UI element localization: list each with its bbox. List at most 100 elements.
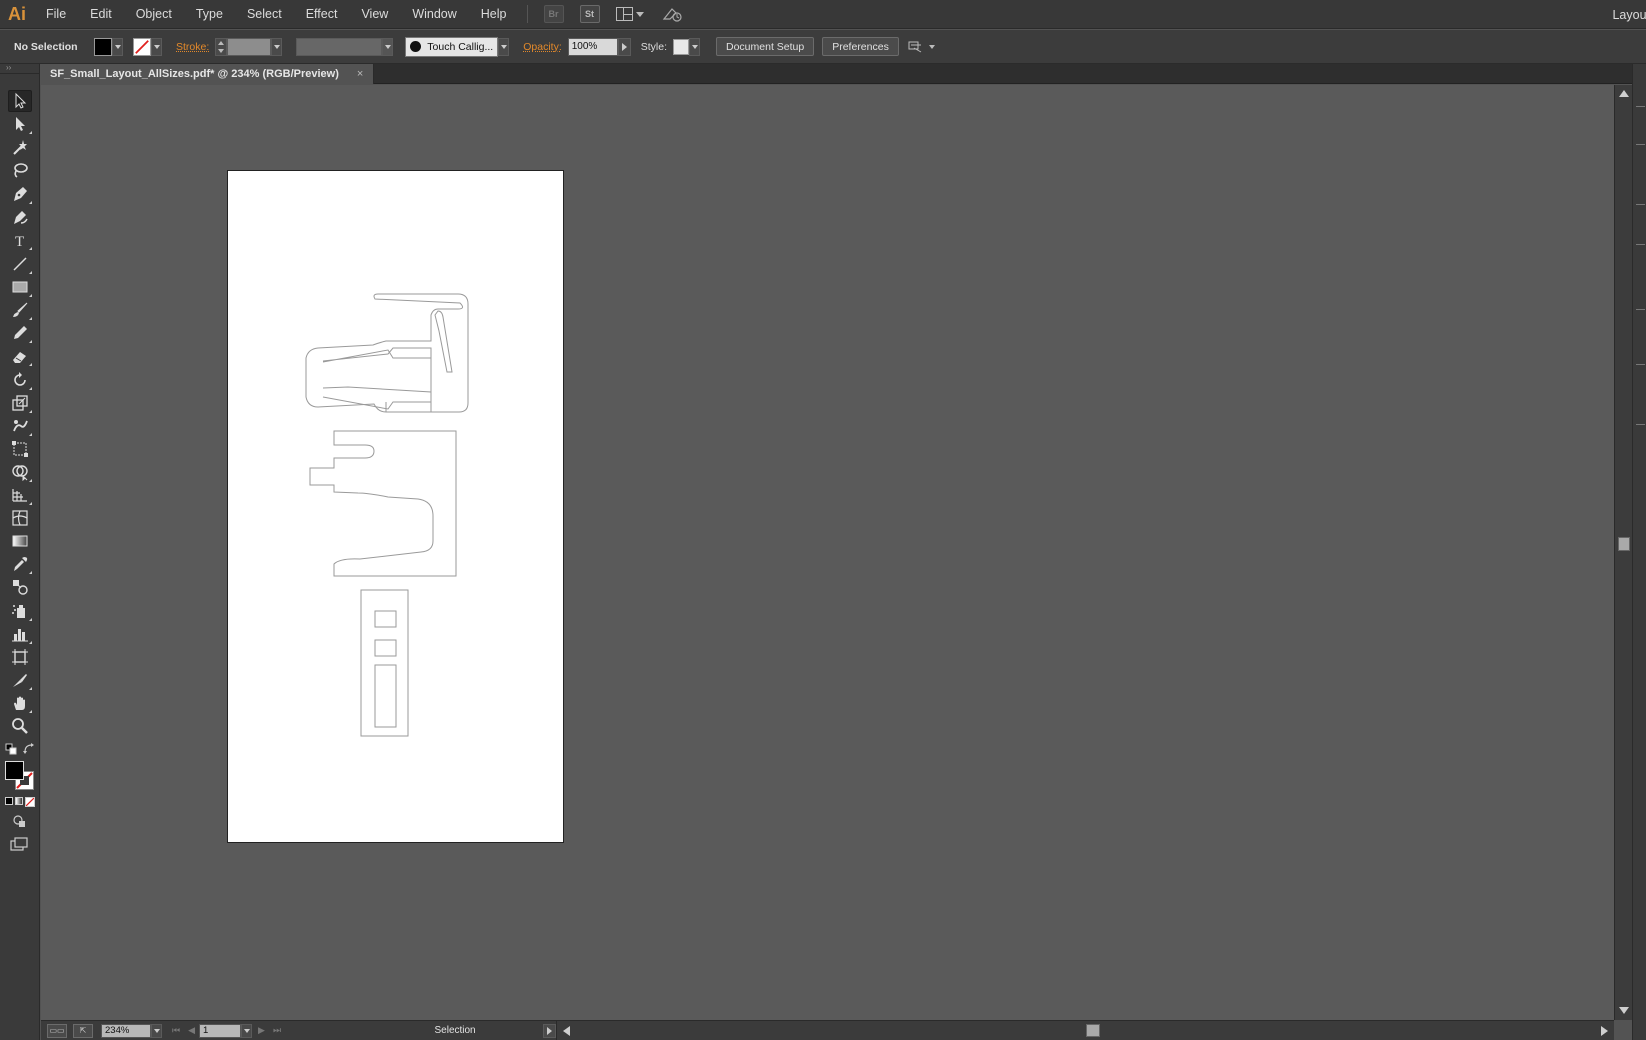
arrange-documents-button[interactable] — [615, 7, 644, 21]
horizontal-scroll-thumb[interactable] — [1086, 1023, 1101, 1037]
profile-dropdown-icon[interactable] — [382, 37, 394, 56]
pen-tool-icon[interactable] — [8, 183, 32, 205]
artboard-dropdown-icon[interactable] — [241, 1023, 253, 1038]
draw-mode-icon[interactable] — [13, 814, 27, 828]
mesh-tool-icon[interactable] — [8, 507, 32, 529]
stroke-none-swatch[interactable] — [133, 37, 151, 56]
current-tool-status[interactable]: Selection — [367, 1025, 543, 1036]
menu-effect[interactable]: Effect — [294, 0, 350, 29]
eraser-tool-icon[interactable] — [8, 345, 32, 367]
opacity-slider-icon[interactable] — [617, 37, 631, 56]
stroke-label[interactable]: Stroke: — [176, 41, 209, 53]
artboard[interactable] — [227, 170, 564, 843]
lasso-tool-icon[interactable] — [8, 159, 32, 181]
opacity-label[interactable]: Opacity: — [523, 41, 562, 53]
rotate-tool-icon[interactable] — [8, 369, 32, 391]
menu-window[interactable]: Window — [400, 0, 468, 29]
selection-tool-icon[interactable] — [8, 90, 32, 112]
warp-tool-icon[interactable] — [8, 415, 32, 437]
brush-definition[interactable]: Touch Callig... — [405, 36, 499, 57]
scroll-down-icon[interactable] — [1619, 1007, 1629, 1014]
first-artboard-icon[interactable]: ⏮ — [172, 1025, 180, 1036]
direct-selection-tool-icon[interactable] — [8, 113, 32, 135]
slice-tool-icon[interactable] — [8, 669, 32, 691]
preferences-button[interactable]: Preferences — [822, 37, 899, 56]
stroke-weight-field[interactable] — [227, 37, 272, 56]
stroke-swatch-group[interactable] — [133, 37, 162, 56]
shape-builder-tool-icon[interactable] — [8, 461, 32, 483]
perspective-grid-tool-icon[interactable] — [8, 484, 32, 506]
panel-grip[interactable]: ›› — [0, 64, 39, 74]
vertical-scrollbar[interactable] — [1614, 85, 1632, 1020]
swap-fill-stroke-icon[interactable] — [23, 743, 35, 755]
close-icon[interactable]: × — [357, 68, 363, 80]
menu-object[interactable]: Object — [124, 0, 184, 29]
gpu-performance-icon[interactable] — [662, 5, 684, 23]
scroll-up-icon[interactable] — [1619, 90, 1629, 97]
menu-file[interactable]: File — [34, 0, 78, 29]
stroke-dropdown-icon[interactable] — [151, 37, 162, 56]
gradient-tool-icon[interactable] — [8, 530, 32, 552]
stock-button[interactable]: St — [579, 5, 600, 23]
right-panel-dock[interactable] — [1632, 64, 1646, 1040]
previous-artboard-icon[interactable]: ◀ — [188, 1025, 195, 1036]
brush-dropdown-icon[interactable] — [498, 37, 510, 56]
magic-wand-tool-icon[interactable] — [8, 136, 32, 158]
line-segment-tool-icon[interactable] — [8, 253, 32, 275]
fill-swatch[interactable] — [94, 37, 112, 56]
zoom-tool-icon[interactable] — [8, 715, 32, 737]
default-fill-stroke-icon[interactable] — [5, 743, 17, 755]
document-setup-button[interactable]: Document Setup — [716, 37, 815, 56]
none-mode-icon[interactable] — [25, 797, 35, 807]
fill-dropdown-icon[interactable] — [112, 37, 123, 56]
stroke-weight-dropdown-icon[interactable] — [271, 37, 283, 56]
type-tool-icon[interactable]: T — [8, 229, 32, 251]
canvas-area[interactable] — [41, 85, 1614, 1020]
variable-width-profile[interactable] — [296, 37, 383, 56]
pencil-tool-icon[interactable] — [8, 322, 32, 344]
eyedropper-tool-icon[interactable] — [8, 553, 32, 575]
menu-edit[interactable]: Edit — [78, 0, 124, 29]
fill-swatch-group[interactable] — [94, 37, 123, 56]
opacity-field[interactable]: 100% — [567, 37, 618, 56]
scroll-right-icon[interactable] — [1601, 1025, 1608, 1036]
free-transform-tool-icon[interactable] — [8, 438, 32, 460]
horizontal-scrollbar[interactable] — [556, 1020, 1614, 1040]
scroll-left-icon[interactable] — [563, 1025, 571, 1036]
gradient-mode-icon[interactable] — [15, 797, 23, 805]
symbol-sprayer-tool-icon[interactable] — [8, 600, 32, 622]
curvature-tool-icon[interactable] — [8, 206, 32, 228]
menu-view[interactable]: View — [349, 0, 400, 29]
workspace-switcher[interactable]: Layout — [1612, 0, 1646, 29]
artboard-tool-icon[interactable] — [8, 646, 32, 668]
bridge-button[interactable]: Br — [543, 5, 564, 23]
gpu-toggle-icon[interactable]: ▭▭ — [47, 1023, 67, 1038]
zoom-field[interactable]: 234% — [101, 1023, 151, 1038]
vertical-scroll-thumb[interactable] — [1618, 537, 1630, 551]
strip-window-1 — [374, 610, 397, 628]
fill-color-box[interactable] — [5, 761, 24, 780]
next-artboard-icon[interactable]: ▶ — [258, 1025, 265, 1036]
scale-tool-icon[interactable] — [8, 392, 32, 414]
menu-type[interactable]: Type — [184, 0, 235, 29]
stroke-weight-stepper[interactable] — [215, 37, 228, 56]
document-tab[interactable]: SF_Small_Layout_AllSizes.pdf* @ 234% (RG… — [40, 64, 375, 84]
color-mode-icon[interactable] — [5, 797, 13, 805]
strip-window-2 — [374, 639, 397, 657]
last-artboard-icon[interactable]: ⏭ — [273, 1025, 281, 1036]
export-icon[interactable]: ⇱ — [73, 1023, 93, 1038]
status-menu-icon[interactable] — [543, 1023, 557, 1038]
zoom-dropdown-icon[interactable] — [151, 1023, 162, 1038]
hand-tool-icon[interactable] — [8, 692, 32, 714]
column-graph-tool-icon[interactable] — [8, 623, 32, 645]
rectangle-tool-icon[interactable] — [8, 276, 32, 298]
screen-mode-icon[interactable] — [10, 837, 28, 851]
style-dropdown-icon[interactable] — [689, 37, 700, 56]
paintbrush-tool-icon[interactable] — [8, 299, 32, 321]
arrange-options-icon[interactable] — [907, 39, 937, 55]
blend-tool-icon[interactable] — [8, 576, 32, 598]
artboard-number-field[interactable]: 1 — [199, 1023, 242, 1038]
menu-help[interactable]: Help — [469, 0, 519, 29]
graphic-style-swatch[interactable] — [673, 38, 689, 55]
menu-select[interactable]: Select — [235, 0, 294, 29]
